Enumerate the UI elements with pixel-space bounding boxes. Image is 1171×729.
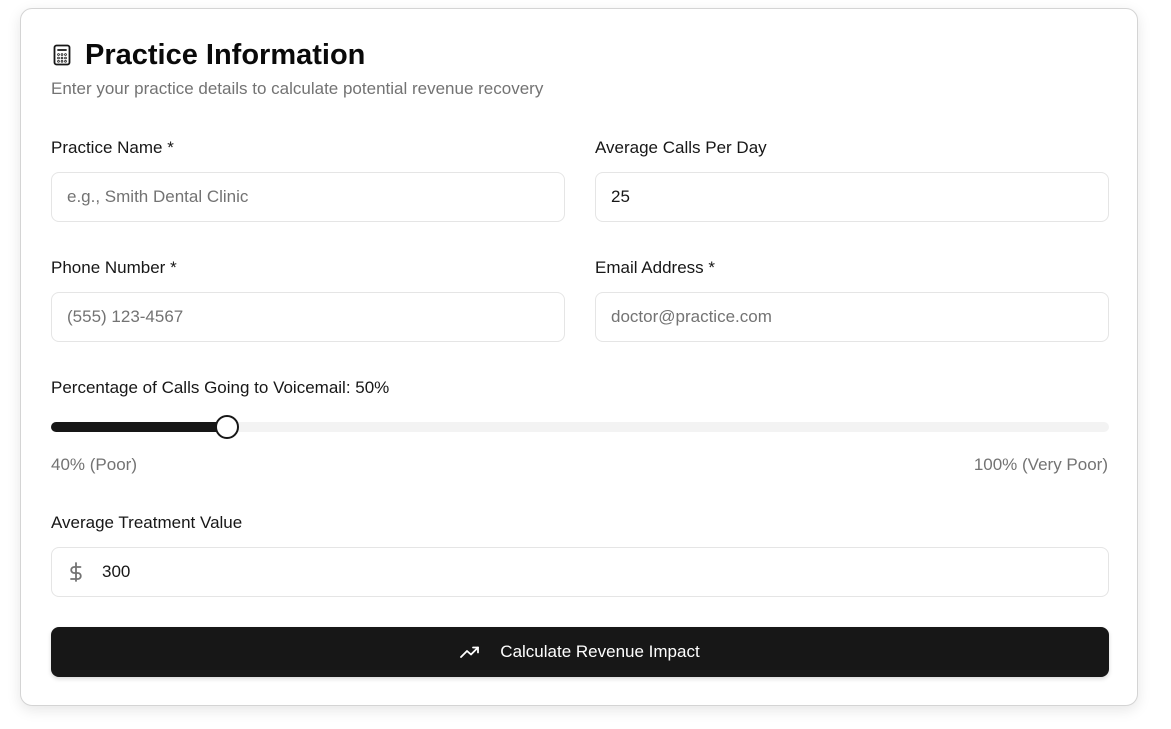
calculate-revenue-button[interactable]: Calculate Revenue Impact bbox=[51, 627, 1109, 677]
calculate-button-label: Calculate Revenue Impact bbox=[500, 642, 700, 661]
voicemail-slider[interactable] bbox=[51, 415, 1109, 439]
phone-label: Phone Number * bbox=[51, 258, 177, 277]
calculator-icon bbox=[51, 44, 73, 66]
calls-per-day-label: Average Calls Per Day bbox=[595, 138, 767, 157]
card-header: Practice Information bbox=[51, 37, 365, 73]
practice-info-card: Practice Information Enter your practice… bbox=[20, 8, 1138, 706]
voicemail-slider-label: Percentage of Calls Going to Voicemail: … bbox=[51, 378, 390, 397]
practice-name-input[interactable] bbox=[51, 172, 565, 222]
calls-per-day-input[interactable] bbox=[595, 172, 1109, 222]
slider-min-label: 40% (Poor) bbox=[51, 455, 137, 474]
practice-name-label: Practice Name * bbox=[51, 138, 174, 157]
slider-fill bbox=[51, 422, 227, 432]
treatment-value-input[interactable] bbox=[51, 547, 1109, 597]
slider-thumb[interactable] bbox=[215, 415, 239, 439]
page-subtitle: Enter your practice details to calculate… bbox=[51, 79, 544, 98]
treatment-value-label: Average Treatment Value bbox=[51, 513, 243, 532]
email-label: Email Address * bbox=[595, 258, 715, 277]
dollar-icon bbox=[67, 562, 85, 582]
slider-max-label: 100% (Very Poor) bbox=[973, 455, 1108, 474]
treatment-value-field bbox=[51, 547, 1109, 597]
phone-input[interactable] bbox=[51, 292, 565, 342]
email-input[interactable] bbox=[595, 292, 1109, 342]
page-title: Practice Information bbox=[85, 39, 366, 71]
trending-up-icon bbox=[460, 642, 480, 662]
